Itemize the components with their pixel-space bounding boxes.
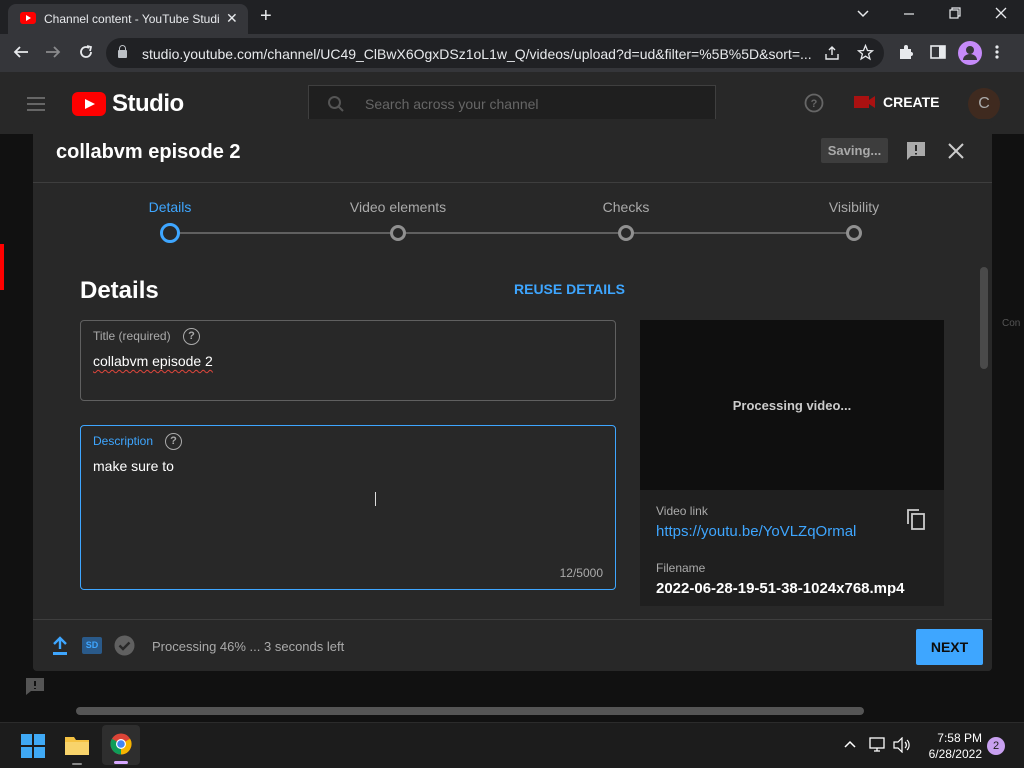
more-menu-icon[interactable] (994, 43, 1000, 61)
chevron-up-icon[interactable] (843, 739, 857, 749)
close-window-button[interactable] (994, 6, 1008, 20)
new-tab-button[interactable]: + (260, 5, 272, 28)
search-placeholder: Search across your channel (365, 96, 539, 112)
chrome-active-indicator (114, 761, 128, 764)
tab-title: Channel content - YouTube Studio (44, 12, 220, 26)
sidebar-active-indicator (0, 244, 4, 290)
send-feedback-icon[interactable] (905, 140, 927, 162)
upload-stepper: Details Video elements Checks Visibility (33, 184, 992, 254)
clock-time[interactable]: 7:58 PM (934, 731, 982, 745)
channel-search-input[interactable]: Search across your channel (308, 85, 716, 121)
clock-date[interactable]: 6/28/2022 (916, 747, 982, 761)
youtube-favicon-icon (20, 12, 36, 24)
title-help-icon[interactable]: ? (183, 328, 200, 345)
forward-arrow-icon[interactable] (44, 43, 62, 61)
search-icon (327, 95, 345, 113)
tab-close-button[interactable]: ✕ (226, 10, 238, 27)
horizontal-scrollbar[interactable] (76, 707, 864, 715)
youtube-logo-icon[interactable] (72, 92, 106, 116)
bookmark-star-icon[interactable] (857, 44, 874, 61)
step-video-elements-dot[interactable] (390, 225, 406, 241)
step-details-label[interactable]: Details (100, 199, 240, 215)
hamburger-menu-icon[interactable] (26, 96, 46, 112)
step-checks-dot[interactable] (618, 225, 634, 241)
help-icon[interactable]: ? (804, 93, 824, 113)
filename-label: Filename (656, 561, 706, 575)
svg-text:?: ? (811, 98, 818, 110)
step-visibility-dot[interactable] (846, 225, 862, 241)
description-field[interactable]: Description ? make sure to 12/5000 (80, 425, 616, 590)
minimize-window-button[interactable] (902, 6, 916, 20)
sd-quality-badge: SD (82, 637, 102, 654)
video-link[interactable]: https://youtu.be/YoVLZqOrmal (656, 523, 856, 540)
stepper-line (170, 232, 854, 234)
title-field[interactable]: Title (required) ? collabvm episode 2 (80, 320, 616, 401)
browser-tab[interactable]: Channel content - YouTube Studio ✕ (8, 4, 248, 34)
studio-logo-text: Studio (112, 90, 184, 117)
reuse-details-button[interactable]: REUSE DETAILS (514, 281, 625, 297)
step-checks-label[interactable]: Checks (556, 199, 696, 215)
url-text: studio.youtube.com/channel/UC49_ClBwX6Og… (142, 46, 812, 62)
browser-tab-bar: Channel content - YouTube Studio ✕ + (0, 0, 1024, 34)
description-help-icon[interactable]: ? (165, 433, 182, 450)
step-details-dot[interactable] (160, 223, 180, 243)
address-bar[interactable]: studio.youtube.com/channel/UC49_ClBwX6Og… (106, 38, 884, 68)
background-side-text: Con (1002, 318, 1021, 329)
windows-taskbar: 7:58 PM 6/28/2022 2 (0, 722, 1024, 768)
description-char-count: 12/5000 (559, 566, 603, 580)
saving-status-badge: Saving... (821, 138, 888, 163)
title-field-value[interactable]: collabvm episode 2 (93, 353, 213, 369)
restore-window-button[interactable] (948, 6, 962, 20)
processing-video-text: Processing video... (732, 398, 852, 413)
chrome-taskbar-button[interactable] (102, 725, 140, 765)
explorer-running-indicator (72, 763, 82, 765)
step-visibility-label[interactable]: Visibility (784, 199, 924, 215)
dialog-footer: SD Processing 46% ... 3 seconds left NEX… (33, 619, 992, 671)
side-panel-icon[interactable] (929, 43, 947, 61)
video-preview-panel: Processing video... Video link https://y… (640, 320, 944, 606)
description-field-value[interactable]: make sure to (93, 458, 174, 474)
network-icon[interactable] (869, 737, 887, 753)
copy-icon[interactable] (906, 508, 926, 530)
browser-toolbar: studio.youtube.com/channel/UC49_ClBwX6Og… (0, 34, 1024, 72)
title-field-label: Title (required) (93, 329, 171, 343)
next-button[interactable]: NEXT (916, 629, 983, 665)
close-dialog-icon[interactable] (947, 142, 965, 160)
file-explorer-icon[interactable] (64, 734, 90, 756)
description-field-label: Description (93, 434, 154, 448)
video-link-label: Video link (656, 504, 708, 518)
dialog-header: collabvm episode 2 Saving... (33, 119, 992, 183)
details-scroll-area: Details REUSE DETAILS Title (required) ?… (33, 255, 992, 619)
profile-avatar[interactable] (958, 41, 982, 65)
step-video-elements-label[interactable]: Video elements (328, 199, 468, 215)
share-icon[interactable] (824, 45, 840, 61)
upload-dialog: collabvm episode 2 Saving... Details Vid… (33, 119, 992, 671)
channel-avatar[interactable]: C (968, 88, 1000, 120)
checks-complete-icon (114, 635, 135, 656)
video-preview[interactable]: Processing video... (640, 320, 944, 490)
create-button[interactable]: CREATE (883, 94, 940, 110)
processing-status-text: Processing 46% ... 3 seconds left (152, 639, 345, 654)
lock-icon (118, 45, 127, 58)
dialog-title: collabvm episode 2 (56, 141, 241, 163)
text-cursor (375, 492, 381, 506)
back-arrow-icon[interactable] (12, 43, 30, 61)
details-heading: Details (80, 277, 159, 304)
tab-search-icon[interactable] (856, 6, 870, 20)
volume-icon[interactable] (893, 737, 911, 753)
windows-start-icon[interactable] (21, 734, 45, 758)
create-video-icon (854, 94, 876, 110)
vertical-scrollbar[interactable] (980, 267, 988, 369)
reload-icon[interactable] (77, 43, 95, 61)
feedback-icon[interactable] (24, 676, 46, 696)
notification-badge[interactable]: 2 (987, 737, 1005, 755)
extensions-puzzle-icon[interactable] (897, 43, 915, 61)
filename-value: 2022-06-28-19-51-38-1024x768.mp4 (656, 580, 905, 597)
upload-icon (51, 636, 69, 656)
